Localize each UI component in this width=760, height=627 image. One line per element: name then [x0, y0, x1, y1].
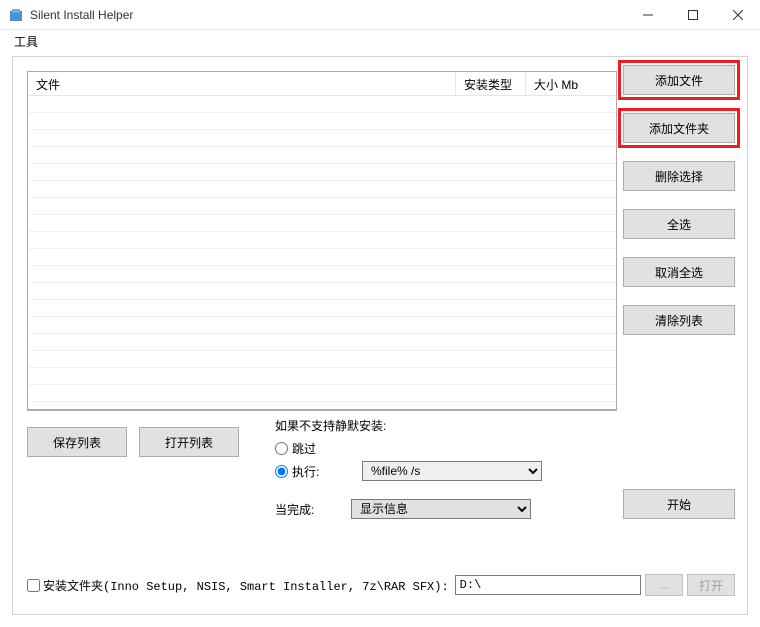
col-type[interactable]: 安装类型: [456, 72, 526, 95]
file-list-area: 文件 安装类型 大小 Mb: [27, 71, 617, 411]
table-row: [28, 198, 616, 215]
clear-list-button[interactable]: 清除列表: [623, 305, 735, 335]
table-row: [28, 249, 616, 266]
table-body[interactable]: [28, 96, 616, 409]
table-row: [28, 113, 616, 130]
execute-radio[interactable]: [275, 465, 288, 478]
table-row: [28, 181, 616, 198]
complete-action-select[interactable]: 显示信息: [351, 499, 531, 519]
app-icon: [8, 7, 24, 23]
close-button[interactable]: [715, 0, 760, 29]
skip-radio[interactable]: [275, 442, 288, 455]
skip-radio-row: 跳过: [275, 440, 615, 457]
browse-button[interactable]: ...: [645, 574, 683, 596]
table-row: [28, 130, 616, 147]
list-io-buttons: 保存列表 打开列表: [27, 427, 239, 457]
deselect-all-button[interactable]: 取消全选: [623, 257, 735, 287]
install-folder-checkbox[interactable]: [27, 579, 40, 592]
table-row: [28, 368, 616, 385]
table-row: [28, 215, 616, 232]
menubar: 工具: [0, 30, 760, 52]
install-folder-checkbox-label[interactable]: 安装文件夹(Inno Setup, NSIS, Smart Installer,…: [27, 577, 449, 594]
install-folder-input[interactable]: [455, 575, 641, 595]
delete-selected-button[interactable]: 删除选择: [623, 161, 735, 191]
table-row: [28, 385, 616, 402]
execute-label: 执行:: [292, 463, 362, 480]
content-panel: 文件 安装类型 大小 Mb: [12, 56, 748, 615]
open-folder-button[interactable]: 打开: [687, 574, 735, 596]
open-list-button[interactable]: 打开列表: [139, 427, 239, 457]
complete-label: 当完成:: [275, 501, 351, 518]
menu-tools[interactable]: 工具: [6, 31, 46, 52]
skip-label: 跳过: [292, 440, 362, 457]
add-file-button[interactable]: 添加文件: [623, 65, 735, 95]
table-row: [28, 283, 616, 300]
install-folder-text: 安装文件夹(Inno Setup, NSIS, Smart Installer,…: [43, 577, 449, 594]
col-file[interactable]: 文件: [28, 72, 456, 95]
table-row: [28, 351, 616, 368]
window-title: Silent Install Helper: [30, 8, 625, 22]
minimize-button[interactable]: [625, 0, 670, 29]
select-all-button[interactable]: 全选: [623, 209, 735, 239]
maximize-button[interactable]: [670, 0, 715, 29]
install-folder-row: 安装文件夹(Inno Setup, NSIS, Smart Installer,…: [27, 574, 735, 596]
complete-row: 当完成: 显示信息: [275, 499, 615, 519]
titlebar: Silent Install Helper: [0, 0, 760, 30]
file-table: 文件 安装类型 大小 Mb: [27, 71, 617, 411]
table-header: 文件 安装类型 大小 Mb: [28, 72, 616, 96]
add-folder-button[interactable]: 添加文件夹: [623, 113, 735, 143]
table-row: [28, 232, 616, 249]
table-row: [28, 334, 616, 351]
start-button[interactable]: 开始: [623, 489, 735, 519]
table-row: [28, 300, 616, 317]
execute-radio-row: 执行: %file% /s: [275, 461, 615, 481]
table-row: [28, 96, 616, 113]
window-controls: [625, 0, 760, 29]
action-buttons: 添加文件 添加文件夹 删除选择 全选 取消全选 清除列表: [623, 65, 735, 335]
table-row: [28, 266, 616, 283]
save-list-button[interactable]: 保存列表: [27, 427, 127, 457]
table-row: [28, 164, 616, 181]
unsupported-label: 如果不支持静默安装:: [275, 417, 615, 434]
col-size[interactable]: 大小 Mb: [526, 72, 616, 95]
table-row: [28, 317, 616, 334]
table-row: [28, 147, 616, 164]
options-area: 如果不支持静默安装: 跳过 执行: %file% /s 当完成: 显示信息: [275, 417, 615, 519]
execute-command-select[interactable]: %file% /s: [362, 461, 542, 481]
